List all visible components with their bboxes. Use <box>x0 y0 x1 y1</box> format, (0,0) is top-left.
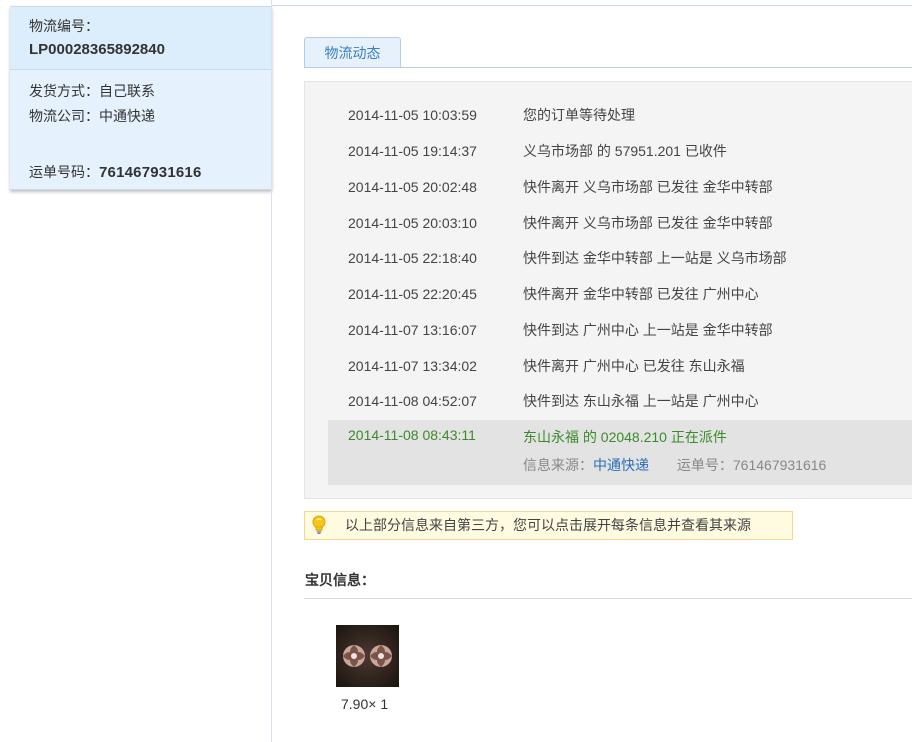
tracking-row[interactable]: 2014-11-05 22:18:40 快件到达 金华中转部 上一站是 义乌市场… <box>305 240 912 276</box>
waybill-label: 运单号码： <box>29 164 99 180</box>
tracking-source: 信息来源：中通快递 运单号：761467931616 <box>523 455 826 475</box>
tracking-time: 2014-11-05 22:20:45 <box>348 286 477 302</box>
third-party-notice: 以上部分信息来自第三方，您可以点击展开每条信息并查看其来源 <box>304 511 793 540</box>
tracking-row[interactable]: 2014-11-05 10:03:59 您的订单等待处理 <box>305 97 912 133</box>
tracking-time: 2014-11-07 13:16:07 <box>348 322 477 338</box>
tracking-desc: 义乌市场部 的 57951.201 已收件 <box>523 143 727 159</box>
tracking-time: 2014-11-05 20:02:48 <box>348 179 477 195</box>
tracking-time: 2014-11-05 22:18:40 <box>348 250 477 266</box>
product-thumbnail[interactable] <box>336 625 399 687</box>
column-divider <box>271 0 272 742</box>
tracking-time: 2014-11-05 19:14:37 <box>348 143 477 159</box>
tracking-row-latest[interactable]: 2014-11-08 08:43:11 东山永福 的 02048.210 正在派… <box>328 420 912 485</box>
tracking-desc: 快件到达 东山永福 上一站是 广州中心 <box>523 393 759 409</box>
tracking-row[interactable]: 2014-11-07 13:34:02 快件离开 广州中心 已发往 东山永福 <box>305 348 912 384</box>
logistics-company-row: 物流公司：中通快递 <box>29 106 155 126</box>
waybill-value: 761467931616 <box>99 164 202 181</box>
tracking-row[interactable]: 2014-11-05 19:14:37 义乌市场部 的 57951.201 已收… <box>305 133 912 169</box>
tracking-time: 2014-11-08 04:52:07 <box>348 393 477 409</box>
top-border <box>272 5 912 6</box>
tracking-desc: 快件到达 广州中心 上一站是 金华中转部 <box>523 322 773 338</box>
source-waybill-value: 761467931616 <box>732 457 827 473</box>
tracking-time: 2014-11-05 10:03:59 <box>348 107 477 123</box>
tracking-row[interactable]: 2014-11-08 04:52:07 快件到达 东山永福 上一站是 广州中心 <box>305 383 912 419</box>
tracking-desc: 快件离开 义乌市场部 已发往 金华中转部 <box>523 215 773 231</box>
tracking-time: 2014-11-05 20:03:10 <box>348 215 477 231</box>
ship-method-value: 自己联系 <box>99 83 155 99</box>
source-label: 信息来源： <box>523 457 593 473</box>
tracking-row[interactable]: 2014-11-05 20:03:10 快件离开 义乌市场部 已发往 金华中转部 <box>305 205 912 241</box>
source-link[interactable]: 中通快递 <box>593 457 649 473</box>
order-number-label: 物流编号： <box>29 18 99 34</box>
tracking-list: 2014-11-05 10:03:59 您的订单等待处理 2014-11-05 … <box>304 81 912 499</box>
product-divider <box>304 598 912 599</box>
product-section-title: 宝贝信息： <box>305 572 375 588</box>
lightbulb-icon <box>312 515 326 534</box>
tracking-desc-latest: 东山永福 的 02048.210 正在派件 <box>523 429 727 445</box>
tracking-time: 2014-11-07 13:34:02 <box>348 358 477 374</box>
logistics-company-label: 物流公司： <box>29 108 99 124</box>
product-price-qty: 7.90× 1 <box>341 696 389 712</box>
tracking-row[interactable]: 2014-11-07 13:16:07 快件到达 广州中心 上一站是 金华中转部 <box>305 312 912 348</box>
order-number-value: LP00028365892840 <box>29 41 165 58</box>
tracking-desc: 快件离开 广州中心 已发往 东山永福 <box>523 358 745 374</box>
shipment-info-panel: 物流编号： LP00028365892840 发货方式：自己联系 物流公司：中通… <box>10 6 272 190</box>
tracking-row[interactable]: 2014-11-05 22:20:45 快件离开 金华中转部 已发往 广州中心 <box>305 276 912 312</box>
tracking-desc: 快件离开 金华中转部 已发往 广州中心 <box>523 286 759 302</box>
tracking-desc: 快件离开 义乌市场部 已发往 金华中转部 <box>523 179 773 195</box>
tab-logistics-updates[interactable]: 物流动态 <box>304 37 401 68</box>
notice-text: 以上部分信息来自第三方，您可以点击展开每条信息并查看其来源 <box>345 517 751 533</box>
ship-method-label: 发货方式： <box>29 83 99 99</box>
tracking-row[interactable]: 2014-11-05 20:02:48 快件离开 义乌市场部 已发往 金华中转部 <box>305 169 912 205</box>
tracking-time-latest: 2014-11-08 08:43:11 <box>348 427 476 443</box>
tab-underline <box>304 67 912 68</box>
tracking-desc: 快件到达 金华中转部 上一站是 义乌市场部 <box>523 250 787 266</box>
logistics-company-value: 中通快递 <box>99 108 155 124</box>
source-waybill-label: 运单号： <box>676 457 733 473</box>
waybill-row: 运单号码：761467931616 <box>29 162 202 182</box>
tracking-desc: 您的订单等待处理 <box>523 107 635 123</box>
ship-method-row: 发货方式：自己联系 <box>29 81 155 101</box>
